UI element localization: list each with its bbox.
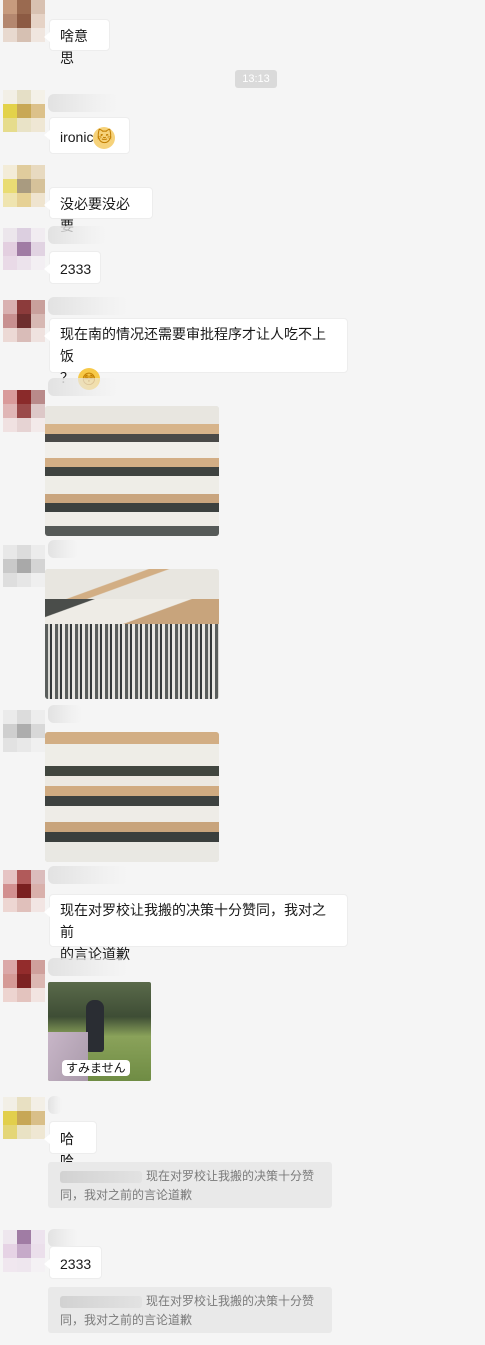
cat-face-emoji: 🐱: [93, 127, 116, 150]
sticker-caption: すみません: [62, 1060, 130, 1076]
avatar[interactable]: [3, 710, 45, 752]
message-bubble[interactable]: 2333: [44, 1246, 102, 1279]
quoted-text-line: 现在对罗校让我搬的决策十分赞: [146, 1294, 315, 1308]
quoted-message[interactable]: 现在对罗校让我搬的决策十分赞 同，我对之前的言论道歉: [48, 1287, 332, 1333]
sticker-figure: [86, 1000, 104, 1052]
sender-name-blurred: [48, 705, 82, 723]
quoted-text-line: 同，我对之前的言论道歉: [60, 1313, 193, 1327]
message-text: 2333: [60, 261, 92, 277]
sender-name-blurred: [48, 1096, 62, 1114]
sender-name-blurred: [48, 378, 118, 396]
avatar[interactable]: [3, 960, 45, 1002]
mall-atrium-crowd-photo[interactable]: [45, 406, 219, 536]
avatar[interactable]: [3, 90, 45, 132]
message-bubble[interactable]: 现在南的情况还需要审批程序才让人吃不上饭 ？ 😳: [44, 318, 348, 391]
avatar[interactable]: [3, 228, 45, 270]
message-text: ironic: [60, 129, 94, 145]
sender-name-blurred: [48, 1229, 78, 1247]
message-text: 2333: [60, 1256, 92, 1272]
message-bubble[interactable]: 哈哈: [44, 1121, 97, 1169]
message-bubble[interactable]: 2333: [44, 251, 101, 284]
sender-name-blurred: [48, 540, 78, 558]
mall-atrium-crowd-photo[interactable]: [45, 732, 219, 862]
message-bubble[interactable]: 没必要没必要: [44, 187, 153, 234]
avatar[interactable]: [3, 1097, 45, 1139]
timestamp: 13:13: [235, 70, 277, 88]
message-text: 啥意思: [60, 28, 88, 66]
avatar[interactable]: [3, 300, 45, 342]
avatar[interactable]: [3, 390, 45, 432]
quoted-text-line: 同，我对之前的言论道歉: [60, 1188, 193, 1202]
message-text-line: 现在对罗校让我搬的决策十分赞同，我对之前: [60, 902, 326, 940]
sender-name-blurred: [48, 94, 118, 112]
quoted-text-line: 现在对罗校让我搬的决策十分赞: [146, 1169, 315, 1183]
sender-name-blurred: [48, 226, 106, 244]
quoted-message[interactable]: 现在对罗校让我搬的决策十分赞 同，我对之前的言论道歉: [48, 1162, 332, 1208]
quoted-sender-blurred: [60, 1170, 142, 1183]
avatar[interactable]: [3, 1230, 45, 1272]
avatar[interactable]: [3, 0, 45, 44]
sender-name-blurred: [48, 866, 128, 884]
sender-name-blurred: [48, 958, 128, 976]
avatar[interactable]: [3, 545, 45, 587]
sender-name-blurred: [48, 297, 128, 315]
message-bubble[interactable]: 啥意思: [44, 19, 110, 66]
avatar[interactable]: [3, 870, 45, 912]
mall-atrium-crowd-photo[interactable]: [45, 569, 219, 699]
avatar[interactable]: [3, 165, 45, 207]
message-text-line: 现在南的情况还需要审批程序才让人吃不上饭: [60, 326, 326, 364]
quoted-sender-blurred: [60, 1295, 142, 1308]
message-bubble[interactable]: 现在对罗校让我搬的决策十分赞同，我对之前 的言论道歉: [44, 894, 348, 962]
message-bubble[interactable]: ironic 🐱: [44, 117, 130, 154]
apology-sticker[interactable]: すみません: [48, 982, 151, 1081]
